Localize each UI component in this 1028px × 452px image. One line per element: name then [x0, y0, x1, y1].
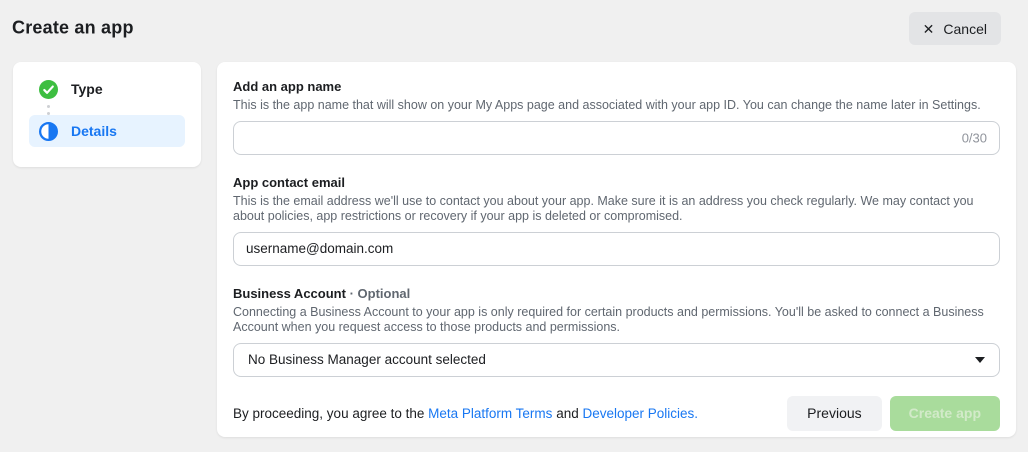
stepper-item-type[interactable]: Type [29, 74, 185, 104]
app-name-label: Add an app name [233, 79, 1000, 94]
developer-policies-link[interactable]: Developer Policies. [582, 406, 698, 421]
contact-email-description: This is the email address we'll use to c… [233, 194, 1000, 225]
previous-button[interactable]: Previous [787, 396, 881, 431]
agreement-text: By proceeding, you agree to the Meta Pla… [233, 406, 698, 421]
business-account-label: Business Account · Optional [233, 286, 1000, 301]
step-label-details: Details [71, 123, 117, 139]
stepper-card: Type Details [13, 62, 201, 167]
header: Create an app ✕ Cancel [0, 0, 1028, 56]
check-circle-icon [39, 80, 58, 99]
cancel-button-label: Cancel [943, 21, 987, 37]
create-app-button[interactable]: Create app [890, 396, 1000, 431]
step-connector [47, 104, 50, 115]
meta-platform-terms-link[interactable]: Meta Platform Terms [428, 406, 552, 421]
page-title: Create an app [12, 18, 134, 39]
business-account-section: Business Account · Optional Connecting a… [233, 286, 1000, 377]
char-counter: 0/30 [962, 130, 987, 145]
form-footer: By proceeding, you agree to the Meta Pla… [233, 396, 1000, 431]
business-account-description: Connecting a Business Account to your ap… [233, 305, 1000, 336]
close-icon: ✕ [923, 22, 935, 36]
contact-email-section: App contact email This is the email addr… [233, 175, 1000, 266]
half-circle-progress-icon [39, 122, 58, 141]
app-name-input[interactable] [233, 121, 1000, 155]
stepper-item-details[interactable]: Details [29, 115, 185, 147]
step-label-type: Type [71, 81, 103, 97]
chevron-down-icon [975, 357, 985, 363]
label-separator: · [350, 286, 354, 301]
app-name-description: This is the app name that will show on y… [233, 98, 1000, 114]
business-account-label-text: Business Account [233, 286, 346, 301]
business-account-select[interactable]: No Business Manager account selected [233, 343, 1000, 377]
app-name-section: Add an app name This is the app name tha… [233, 79, 1000, 155]
agreement-middle: and [552, 406, 582, 421]
create-app-form-panel: Add an app name This is the app name tha… [217, 62, 1016, 437]
business-account-selected-value: No Business Manager account selected [248, 352, 486, 367]
cancel-button[interactable]: ✕ Cancel [909, 12, 1001, 45]
agreement-prefix: By proceeding, you agree to the [233, 406, 428, 421]
optional-badge: Optional [358, 286, 411, 301]
contact-email-label: App contact email [233, 175, 1000, 190]
contact-email-input[interactable] [233, 232, 1000, 266]
